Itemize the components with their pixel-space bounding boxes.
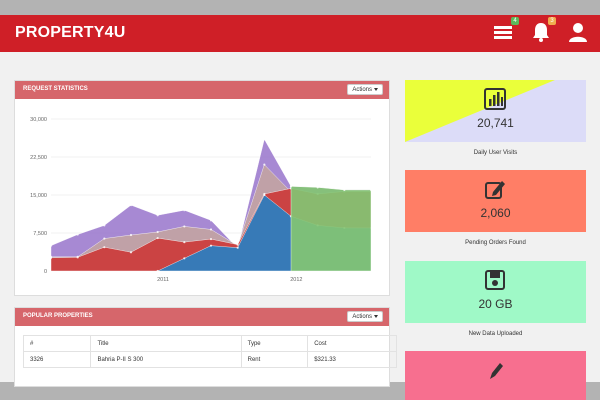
x-tick-label: 2012: [290, 277, 302, 283]
popular-properties-panel: POPULAR PROPERTIES Actions # Title Type …: [14, 307, 397, 387]
stat-card-body: 2,060: [405, 170, 586, 232]
data-point: [49, 256, 53, 259]
caret-down-icon: [374, 87, 378, 91]
y-tick-label: 15,000: [30, 193, 47, 199]
data-point: [76, 233, 79, 236]
panel-header: REQUEST STATISTICS Actions: [15, 81, 389, 99]
data-point: [209, 237, 213, 241]
stat-value: 20,741: [477, 116, 514, 130]
daily-user-visits-card[interactable]: 20,741 Daily User Visits: [405, 80, 586, 156]
new-data-uploaded-card[interactable]: 20 GB New Data Uploaded: [405, 261, 586, 337]
series-area: [290, 186, 372, 272]
actions-dropdown-button[interactable]: Actions: [347, 311, 383, 322]
stat-label: Daily User Visits: [473, 150, 518, 156]
cell-type: Rent: [240, 351, 309, 368]
user-menu-button[interactable]: [566, 20, 590, 44]
cell-title: Bahria P-II S 300: [90, 351, 242, 368]
data-point: [49, 244, 53, 247]
data-point: [156, 236, 159, 240]
caret-down-icon: [374, 314, 378, 318]
data-point: [156, 214, 159, 217]
column-header-type[interactable]: Type: [240, 335, 309, 352]
data-point: [183, 241, 186, 244]
data-point: [183, 209, 186, 212]
data-point: [343, 188, 346, 192]
data-point: [289, 185, 293, 188]
navbar-icons: 4 3: [492, 17, 590, 44]
data-point: [263, 163, 266, 166]
save-icon: [485, 270, 505, 290]
data-point: [129, 204, 133, 207]
actions-dropdown-button[interactable]: Actions: [347, 84, 383, 95]
request-statistics-chart: 0 7,500 15,000 22,500 30,000 2011 2012: [15, 99, 389, 295]
data-point: [236, 243, 239, 246]
data-point: [209, 219, 213, 222]
stat-label: New Data Uploaded: [468, 331, 523, 337]
stat-card-body: 20,741: [405, 80, 586, 142]
data-point: [183, 257, 186, 260]
data-point: [103, 237, 106, 240]
cell-cost: $321.33: [307, 351, 397, 368]
table-header-row: # Title Type Cost: [23, 335, 397, 352]
table-row[interactable]: 3326 Bahria P-II S 300 Rent $321.33: [23, 351, 397, 368]
data-point: [209, 228, 213, 231]
y-tick-label: 30,000: [30, 117, 47, 123]
messages-button[interactable]: 4: [492, 17, 519, 44]
user-icon: [569, 23, 587, 42]
data-point: [129, 233, 133, 237]
data-point: [183, 225, 186, 228]
data-point: [236, 246, 239, 249]
notifications-button[interactable]: 3: [529, 17, 556, 44]
bar-chart-icon: [484, 88, 506, 110]
stat-card-body: 20 GB: [405, 261, 586, 323]
column-header-title[interactable]: Title: [90, 335, 242, 352]
pending-orders-card[interactable]: 2,060 Pending Orders Found: [405, 170, 586, 246]
data-point: [103, 246, 106, 249]
data-point: [156, 269, 159, 273]
stat-card-4[interactable]: [405, 351, 586, 400]
data-point: [129, 251, 133, 254]
chart-svg: 0 7,500 15,000 22,500 30,000 2011 2012: [30, 117, 373, 283]
top-navbar: PROPERTY4U 4 3: [0, 15, 600, 52]
y-tick-label: 0: [44, 269, 47, 275]
messages-badge: 4: [511, 17, 519, 25]
panel-title: REQUEST STATISTICS: [23, 86, 88, 92]
cell-id: 3326: [23, 351, 92, 368]
y-tick-label: 7,500: [33, 231, 47, 237]
stat-card-body: [405, 351, 586, 400]
y-tick-label: 22,500: [30, 155, 47, 161]
data-point: [209, 244, 213, 247]
edit-icon: [485, 181, 505, 199]
panel-title: POPULAR PROPERTIES: [23, 313, 93, 319]
properties-table: # Title Type Cost 3326 Bahria P-II S 300…: [23, 335, 397, 368]
panel-header: POPULAR PROPERTIES Actions: [15, 308, 389, 326]
column-header-id[interactable]: #: [23, 335, 92, 352]
data-point: [316, 186, 319, 189]
brand-logo[interactable]: PROPERTY4U: [15, 24, 125, 42]
properties-table-box: # Title Type Cost 3326 Bahria P-II S 300…: [23, 335, 397, 395]
stat-label: Pending Orders Found: [465, 240, 526, 246]
data-point: [263, 193, 266, 197]
stat-value: 20 GB: [478, 297, 513, 311]
data-point: [369, 188, 373, 192]
x-tick-label: 2011: [157, 277, 169, 283]
column-header-cost[interactable]: Cost: [307, 335, 397, 352]
data-point: [76, 256, 79, 259]
stat-value: 2,060: [480, 206, 511, 220]
request-statistics-panel: REQUEST STATISTICS Actions 0 7,500 15,000 2…: [14, 80, 390, 296]
notifications-badge: 3: [548, 17, 556, 25]
data-point: [263, 138, 266, 141]
data-point: [156, 230, 159, 234]
data-point: [103, 224, 106, 227]
pencil-icon: [490, 363, 503, 379]
